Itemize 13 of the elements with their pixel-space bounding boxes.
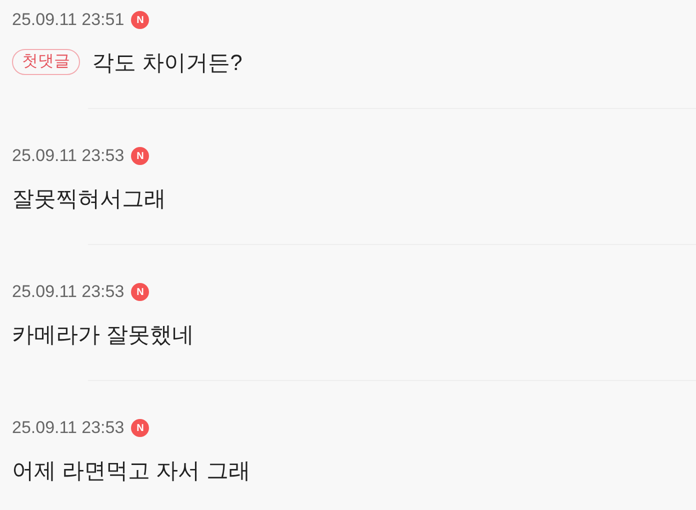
comment-date: 25.09.11 23:53: [12, 145, 124, 168]
comment-text: 어제 라면먹고 자서 그래: [12, 456, 250, 484]
comment-text: 카메라가 잘못했네: [12, 320, 194, 348]
first-comment-tag: 첫댓글: [12, 49, 80, 75]
comment-text: 잘못찍혀서그래: [12, 184, 166, 212]
comment-date: 25.09.11 23:51: [12, 9, 124, 32]
comment-date: 25.09.11 23:53: [12, 281, 124, 304]
new-badge: N: [131, 147, 150, 165]
new-badge: N: [131, 283, 150, 301]
comment-date: 25.09.11 23:53: [12, 417, 124, 440]
new-badge: N: [131, 419, 150, 437]
new-badge: N: [131, 11, 150, 29]
comment-text: 각도 차이거든?: [92, 48, 242, 76]
